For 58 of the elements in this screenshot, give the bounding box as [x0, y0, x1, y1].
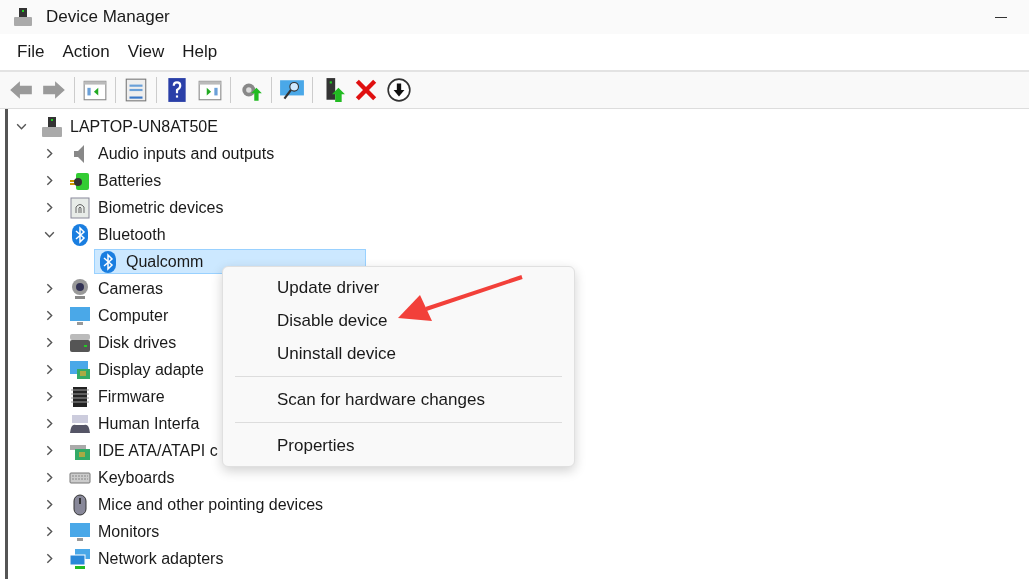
tree-item[interactable]: Computer	[66, 303, 176, 328]
tree-item[interactable]: Display adapte	[66, 357, 211, 382]
tree-item-label: Display adapte	[98, 360, 204, 379]
tree-item-label: Disk drives	[98, 333, 177, 352]
context-menu-item[interactable]: Update driver	[223, 271, 574, 304]
display-adapter-icon	[69, 358, 91, 381]
tree-item-label: Monitors	[98, 522, 160, 541]
tree-item-label: Human Interfa	[98, 414, 200, 433]
tree-item-label: Qualcomm	[126, 252, 204, 271]
context-menu-item[interactable]: Uninstall device	[223, 337, 574, 370]
tree-item-label: Computer	[98, 306, 169, 325]
bluetooth-icon	[69, 223, 91, 246]
tree-item-label: LAPTOP-UN8AT50E	[70, 117, 218, 136]
disk-drive-icon	[69, 331, 91, 354]
tree-item[interactable]: Biometric devices	[66, 195, 231, 220]
network-icon	[69, 547, 91, 570]
menu-item[interactable]: Help	[173, 38, 227, 66]
tree-item-label: Keyboards	[98, 468, 175, 487]
tree-item-label: Biometric devices	[98, 198, 224, 217]
window-title: Device Manager	[46, 7, 170, 27]
menu-item[interactable]: Action	[53, 38, 119, 66]
tree-item[interactable]: Batteries	[66, 168, 169, 193]
monitor-icon	[69, 520, 91, 543]
menu-item[interactable]: File	[8, 38, 54, 66]
tree-item[interactable]: Network adapters	[66, 546, 231, 571]
tree-item[interactable]: Firmware	[66, 384, 172, 409]
bluetooth-icon	[97, 250, 119, 273]
close-icon[interactable]	[353, 77, 379, 103]
webcam-icon	[69, 277, 91, 300]
monitor-icon	[69, 304, 91, 327]
tree-item-label: Cameras	[98, 279, 163, 298]
tree-item[interactable]: LAPTOP-UN8AT50E	[38, 114, 225, 139]
tree-item[interactable]: Bluetooth	[66, 222, 173, 247]
context-menu-item[interactable]: Disable device	[223, 304, 574, 337]
download-icon[interactable]	[386, 77, 412, 103]
context-menu-item[interactable]: Properties	[223, 429, 574, 462]
tree-item[interactable]: Human Interfa	[66, 411, 207, 436]
tree-item-label: IDE ATA/ATAPI c	[98, 441, 218, 460]
tree-item[interactable]: Keyboards	[66, 465, 182, 490]
tree-item[interactable]: IDE ATA/ATAPI c	[66, 438, 225, 463]
menu-item[interactable]: View	[118, 38, 174, 66]
tree-item-label: Mice and other pointing devices	[98, 495, 324, 514]
tree-item[interactable]: Disk drives	[66, 330, 184, 355]
tree-item[interactable]: Cameras	[66, 276, 170, 301]
tree-item-label: Bluetooth	[98, 225, 166, 244]
window-list-icon[interactable]	[123, 77, 149, 103]
tree-item[interactable]: Audio inputs and outputs	[66, 141, 282, 166]
tree-item-label: Batteries	[98, 171, 162, 190]
tree-item-label: Network adapters	[98, 549, 224, 568]
tree-item-label: Firmware	[98, 387, 165, 406]
computer-icon	[13, 7, 33, 27]
tree-item-label: Audio inputs and outputs	[98, 144, 275, 163]
chip-icon	[69, 385, 91, 408]
context-menu-item[interactable]: Scan for hardware changes	[223, 383, 574, 416]
computer-icon	[41, 115, 63, 138]
tree-item[interactable]: Mice and other pointing devices	[66, 492, 331, 517]
tree-item[interactable]: Monitors	[66, 519, 167, 544]
minimize-icon[interactable]	[995, 16, 1007, 18]
